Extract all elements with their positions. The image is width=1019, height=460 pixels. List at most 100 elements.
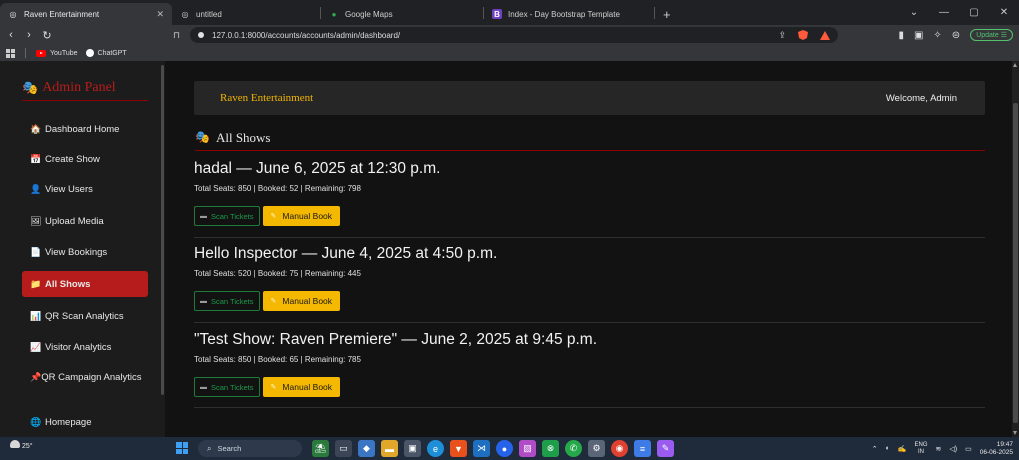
show-actions: ▬ Scan Tickets ✎ Manual Book <box>194 206 985 226</box>
scroll-down-icon[interactable] <box>1013 431 1017 435</box>
chevron-up-icon[interactable]: ⌃ <box>872 445 878 453</box>
brave-rewards-icon[interactable] <box>820 30 830 40</box>
bookmark-youtube[interactable]: YouTube <box>36 49 78 57</box>
manual-book-label: Manual Book <box>282 211 333 221</box>
paint-icon[interactable]: ✎ <box>657 440 674 457</box>
sidebar-item-dashboard-home[interactable]: 🏠 Dashboard Home <box>22 116 148 142</box>
back-icon[interactable]: ‹ <box>4 29 18 41</box>
xbox-icon[interactable]: ⊗ <box>542 440 559 457</box>
new-tab-button[interactable]: + <box>655 3 679 25</box>
taskbar-search[interactable]: ⌕ Search <box>198 440 302 457</box>
close-window-icon[interactable]: ✕ <box>989 7 1019 18</box>
sidebar-toggle-icon[interactable]: ▮ <box>898 30 904 41</box>
sidebar-scrollbar[interactable] <box>161 65 164 395</box>
minimize-icon[interactable]: — <box>929 7 959 18</box>
calendar-icon: 📅 <box>30 153 42 164</box>
settings-icon[interactable]: ⚙ <box>588 440 605 457</box>
welcome-text: Welcome, Admin <box>885 92 957 104</box>
manual-book-button[interactable]: ✎ Manual Book <box>262 377 341 397</box>
windows-taskbar: 25° ⌕ Search ⛱ ▭ ◆ ▬ ▣ e ▼ ⋊ ● ▧ ⊗ ✆ ⚙ ◉… <box>0 437 1019 460</box>
wallet-icon[interactable]: ▣ <box>914 30 923 41</box>
pencil-icon: ✎ <box>270 213 277 220</box>
ticket-icon: ▬ <box>200 383 207 391</box>
forward-icon[interactable]: › <box>22 29 36 41</box>
image-icon: 🖼 <box>30 215 42 226</box>
weather-widget[interactable]: 25° <box>10 440 33 450</box>
pencil-icon: ✎ <box>270 298 277 305</box>
tab-label: Index - Day Bootstrap Template <box>508 9 620 19</box>
pen-icon[interactable]: ✍ <box>898 445 907 453</box>
language-indicator[interactable]: ENG IN <box>915 442 928 456</box>
search-placeholder: Search <box>217 444 242 453</box>
clock[interactable]: 19:47 06-06-2025 <box>980 441 1013 457</box>
windows-start-icon[interactable] <box>176 442 188 454</box>
sidebar-brand: 🎭 Admin Panel <box>22 81 148 101</box>
sidebar-item-create-show[interactable]: 📅 Create Show <box>22 146 148 172</box>
update-button[interactable]: Update ☰ <box>970 29 1013 41</box>
page-scrollbar[interactable] <box>1012 61 1019 437</box>
store-icon[interactable]: ▣ <box>404 440 421 457</box>
update-label: Update <box>976 32 999 39</box>
bookmark-icon[interactable]: ⊓ <box>173 30 180 41</box>
battery-icon[interactable]: ▭ <box>965 445 972 453</box>
apps-grid-icon[interactable] <box>6 48 15 58</box>
chrome-icon[interactable]: ◉ <box>611 440 628 457</box>
share-icon[interactable]: ⇪ <box>778 30 786 41</box>
show-card: hadal — June 6, 2025 at 12:30 p.m. Total… <box>194 160 985 238</box>
system-tray: ⌃ ◐ ✍ ENG IN ≋ ◁) ▭ 19:47 06-06-2025 <box>872 437 1013 460</box>
scan-tickets-button[interactable]: ▬ Scan Tickets <box>194 291 260 311</box>
tab-raven-entertainment[interactable]: ◎ Raven Entertainment ✕ <box>0 3 172 25</box>
island-widget-icon[interactable]: ⛱ <box>312 440 329 457</box>
scrollbar-thumb[interactable] <box>1013 103 1018 423</box>
sidebar-item-upload-media[interactable]: 🖼 Upload Media <box>22 208 148 234</box>
sidebar-item-homepage[interactable]: 🌐 Homepage <box>22 409 148 435</box>
vpn-icon[interactable]: ⊜ <box>952 30 960 41</box>
edge-icon[interactable]: e <box>427 440 444 457</box>
volume-icon[interactable]: ◁) <box>949 445 957 453</box>
bookmark-chatgpt[interactable]: ChatGPT <box>85 49 127 57</box>
cloud-icon <box>10 440 20 448</box>
wifi-icon[interactable]: ≋ <box>936 445 942 453</box>
map-pin-icon: ● <box>331 9 337 19</box>
admin-sidebar: 🎭 Admin Panel 🏠 Dashboard Home 📅 Create … <box>0 61 165 437</box>
maximize-icon[interactable]: ▢ <box>959 7 989 18</box>
app-icon[interactable]: ● <box>496 440 513 457</box>
show-divider <box>194 237 985 238</box>
brave-icon[interactable]: ▼ <box>450 440 467 457</box>
show-stats: Total Seats: 850 | Booked: 65 | Remainin… <box>194 355 361 364</box>
tab-google-maps[interactable]: ● Google Maps <box>321 3 483 25</box>
scan-tickets-button[interactable]: ▬ Scan Tickets <box>194 377 260 397</box>
url-bar[interactable]: 127.0.0.1:8000/accounts/accounts/admin/d… <box>190 27 838 43</box>
copilot-icon[interactable]: ◆ <box>358 440 375 457</box>
tab-bootstrap-template[interactable]: B Index - Day Bootstrap Template <box>484 3 654 25</box>
ticket-icon: ▬ <box>200 212 207 220</box>
manual-book-button[interactable]: ✎ Manual Book <box>262 206 341 226</box>
scroll-up-icon[interactable] <box>1013 63 1017 67</box>
extensions-icon[interactable]: ✧ <box>933 30 941 41</box>
pencil-icon: ✎ <box>270 384 277 391</box>
brave-shield-icon[interactable] <box>798 30 808 40</box>
tab-untitled[interactable]: ◎ untitled <box>172 3 320 25</box>
show-actions: ▬ Scan Tickets ✎ Manual Book <box>194 377 985 397</box>
sidebar-item-label: Homepage <box>45 416 92 428</box>
whatsapp-icon[interactable]: ✆ <box>565 440 582 457</box>
close-icon[interactable]: ✕ <box>156 9 164 20</box>
sidebar-item-all-shows[interactable]: 📁 All Shows <box>22 271 148 297</box>
scan-tickets-button[interactable]: ▬ Scan Tickets <box>194 206 260 226</box>
reload-icon[interactable]: ↻ <box>40 29 54 42</box>
sidebar-item-view-bookings[interactable]: 📄 View Bookings <box>22 239 148 265</box>
vscode-icon[interactable]: ⋊ <box>473 440 490 457</box>
sidebar-item-visitor-analytics[interactable]: 📈 Visitor Analytics <box>22 334 148 360</box>
pin-icon: 📌 <box>30 372 42 382</box>
site-info-icon[interactable] <box>198 32 204 38</box>
tab-search-icon[interactable]: ⌄ <box>899 7 929 18</box>
task-view-icon[interactable]: ▭ <box>335 440 352 457</box>
manual-book-button[interactable]: ✎ Manual Book <box>262 291 341 311</box>
sidebar-item-qr-campaign-analytics[interactable]: 📌QR Campaign Analytics <box>22 365 148 401</box>
notepad-icon[interactable]: ≡ <box>634 440 651 457</box>
sidebar-item-view-users[interactable]: 👤 View Users <box>22 176 148 202</box>
photos-icon[interactable]: ▧ <box>519 440 536 457</box>
network-app-icon[interactable]: ◐ <box>886 445 890 452</box>
file-explorer-icon[interactable]: ▬ <box>381 440 398 457</box>
sidebar-item-qr-scan-analytics[interactable]: 📊 QR Scan Analytics <box>22 303 148 329</box>
